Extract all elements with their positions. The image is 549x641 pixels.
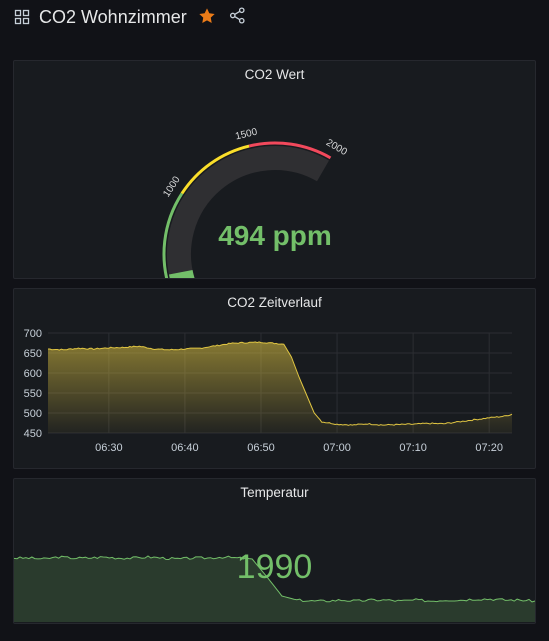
temperature-stat-value: 1990 <box>236 548 313 586</box>
x-tick-label: 06:30 <box>95 442 123 454</box>
timeseries-panel[interactable]: CO2 Zeitverlauf 700 650 600 550 500 450 06:30… <box>13 288 536 469</box>
gauge-panel[interactable]: CO2 Wert 390 1000 1500 2000 494 ppm <box>13 60 536 279</box>
y-tick-label: 700 <box>24 328 42 340</box>
y-tick-label: 650 <box>24 348 42 360</box>
gauge-threshold-label-1500: 1500 <box>234 126 259 142</box>
dashboard-title[interactable]: CO2 Wohnzimmer <box>39 5 187 29</box>
gauge-value-text: 494 ppm <box>218 220 332 251</box>
apps-grid-icon[interactable] <box>14 9 30 25</box>
gauge-track <box>167 146 329 278</box>
y-tick-label: 600 <box>24 368 42 380</box>
stat-panel[interactable]: Temperatur 1990 <box>13 478 536 624</box>
y-tick-label: 500 <box>24 408 42 420</box>
y-tick-label: 550 <box>24 388 42 400</box>
co2-timeseries-chart[interactable]: 700650600550500450 06:30 06:40 06:50 07:00 0… <box>14 289 535 468</box>
x-tick-label: 07:00 <box>323 442 351 454</box>
co2-gauge: 390 1000 1500 2000 494 ppm <box>161 126 349 278</box>
x-tick-label: 07:10 <box>399 442 427 454</box>
share-icon[interactable] <box>229 7 246 24</box>
gauge-value-fill <box>168 269 195 278</box>
x-tick-label: 07:20 <box>475 442 503 454</box>
dashboard-header: CO2 Wohnzimmer <box>0 0 549 34</box>
star-icon[interactable] <box>198 7 216 25</box>
x-axis: 06:30 06:40 06:50 07:00 07:10 07:20 <box>95 442 503 454</box>
co2-series-area <box>48 341 512 433</box>
x-tick-label: 06:40 <box>171 442 199 454</box>
y-axis: 700 650 600 550 500 450 <box>24 328 42 440</box>
y-tick-label: 450 <box>24 428 42 440</box>
x-tick-label: 06:50 <box>247 442 275 454</box>
